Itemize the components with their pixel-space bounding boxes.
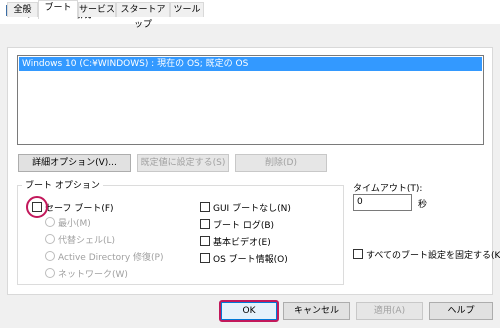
no-gui-boot-checkbox[interactable] [200, 202, 210, 212]
tab-tools[interactable]: ツール [170, 2, 204, 17]
timeout-unit: 秒 [418, 200, 428, 210]
os-boot-info-checkbox[interactable] [200, 253, 210, 263]
network-label: ネットワーク(W) [58, 270, 128, 280]
boot-log-checkbox[interactable] [200, 219, 210, 229]
alternate-shell-radio[interactable] [45, 234, 55, 244]
ok-highlight-box [219, 300, 279, 322]
alternate-shell-label: 代替シェル(L) [58, 236, 116, 246]
boot-options-title: ブート オプション [22, 178, 103, 191]
network-radio[interactable] [45, 268, 55, 278]
base-video-label: 基本ビデオ(E) [213, 238, 271, 248]
tab-general[interactable]: 全般 [7, 2, 38, 17]
boot-os-list[interactable]: Windows 10 (C:¥WINDOWS) : 現在の OS; 既定の OS [17, 55, 484, 145]
timeout-label: タイムアウト(T): [353, 184, 423, 194]
minimal-label: 最小(M) [58, 219, 91, 229]
base-video-checkbox[interactable] [200, 236, 210, 246]
make-permanent-checkbox[interactable] [353, 249, 363, 259]
cancel-button[interactable]: キャンセル [283, 302, 350, 320]
minimal-radio[interactable] [45, 217, 55, 227]
tab-services[interactable]: サービス [78, 2, 116, 17]
ad-repair-label: Active Directory 修復(P) [58, 253, 164, 263]
os-boot-info-label: OS ブート情報(O) [213, 255, 288, 265]
boot-list-item[interactable]: Windows 10 (C:¥WINDOWS) : 現在の OS; 既定の OS [19, 57, 482, 71]
tab-boot[interactable]: ブート [38, 0, 78, 19]
set-default-button[interactable]: 既定値に設定する(S) [137, 154, 229, 172]
delete-button[interactable]: 削除(D) [235, 154, 327, 172]
advanced-options-button[interactable]: 詳細オプション(V)... [18, 154, 131, 172]
apply-button[interactable]: 適用(A) [356, 302, 423, 320]
ad-repair-radio[interactable] [45, 251, 55, 261]
safe-boot-label: セーフ ブート(F) [45, 204, 114, 214]
boot-log-label: ブート ログ(B) [213, 221, 275, 231]
no-gui-boot-label: GUI ブートなし(N) [213, 204, 291, 214]
help-button[interactable]: ヘルプ [429, 302, 493, 320]
timeout-input[interactable]: 0 [353, 194, 412, 211]
safe-boot-highlight-circle [26, 196, 48, 218]
make-permanent-label: すべてのブート設定を固定する(K) [366, 251, 500, 261]
tab-startup[interactable]: スタートアップ [116, 2, 170, 30]
